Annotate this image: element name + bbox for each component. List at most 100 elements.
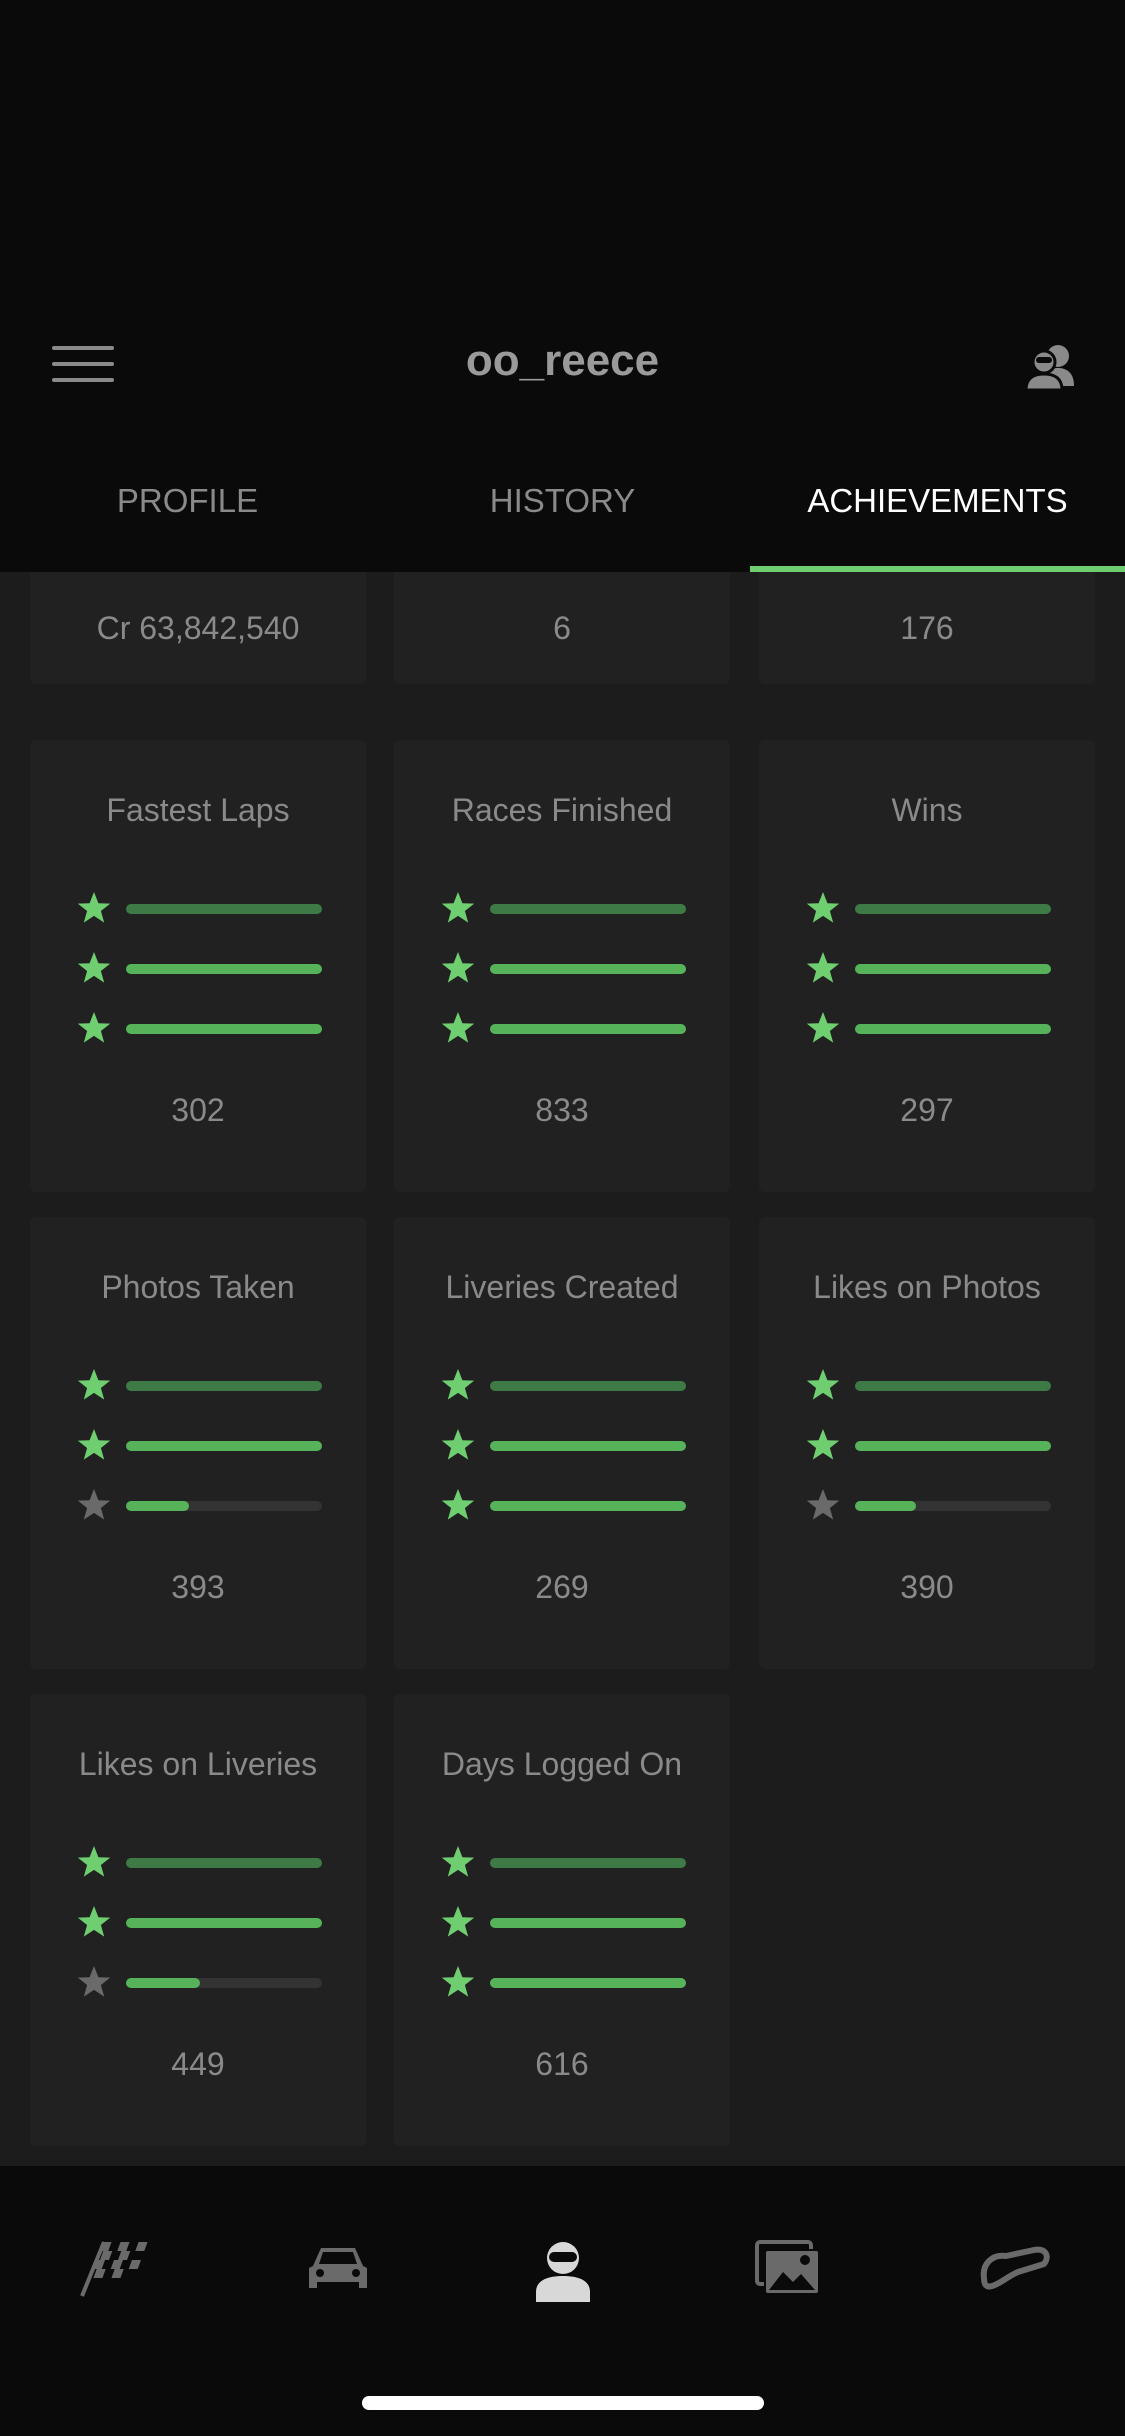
tier-row <box>805 1010 1055 1046</box>
tier-row <box>76 1904 326 1940</box>
progress-fill <box>490 964 686 974</box>
star-icon <box>806 1489 840 1520</box>
progress-fill <box>855 1381 1051 1391</box>
nav-race-events[interactable] <box>0 2218 225 2318</box>
tab-bar: PROFILE HISTORY ACHIEVEMENTS <box>0 440 1125 572</box>
progress-fill <box>126 1978 201 1988</box>
progress-track <box>855 1441 1051 1451</box>
tier-row <box>76 950 326 986</box>
tier-row <box>76 1367 326 1403</box>
tier-row <box>440 1964 690 2000</box>
tab-achievements[interactable]: ACHIEVEMENTS <box>750 440 1125 572</box>
tab-history[interactable]: HISTORY <box>375 440 750 572</box>
progress-track <box>490 1441 686 1451</box>
track-icon <box>980 2246 1050 2290</box>
stat-value: 176 <box>900 610 954 646</box>
star-icon <box>441 1012 475 1043</box>
home-indicator[interactable] <box>362 2396 764 2410</box>
progress-fill <box>126 1501 189 1511</box>
nav-driver-profile[interactable] <box>450 2218 675 2318</box>
achievement-card-days-logged-on[interactable]: Days Logged On 616 <box>394 1694 730 2146</box>
progress-track <box>126 1978 322 1988</box>
tab-profile[interactable]: PROFILE <box>0 440 375 572</box>
nav-photos[interactable] <box>675 2218 900 2318</box>
star-icon <box>77 1906 111 1937</box>
friends-icon[interactable] <box>1024 340 1080 392</box>
progress-fill <box>490 1381 686 1391</box>
achievement-card-races-finished[interactable]: Races Finished 833 <box>394 740 730 1192</box>
progress-track <box>855 904 1051 914</box>
progress-fill <box>490 1024 686 1034</box>
achievement-title: Liveries Created <box>445 1269 679 1305</box>
progress-fill <box>855 1024 1051 1034</box>
achievement-value: 833 <box>535 1092 589 1128</box>
race-flag-icon <box>80 2241 148 2297</box>
star-icon <box>441 1369 475 1400</box>
photos-icon <box>755 2240 820 2295</box>
star-icon <box>77 1369 111 1400</box>
achievement-card-likes-on-photos[interactable]: Likes on Photos 390 <box>759 1217 1095 1669</box>
star-icon <box>441 892 475 923</box>
progress-track <box>126 1024 322 1034</box>
achievement-value: 449 <box>171 2046 225 2082</box>
progress-track <box>855 1501 1051 1511</box>
progress-track <box>490 904 686 914</box>
star-icon <box>441 1489 475 1520</box>
star-icon <box>441 1906 475 1937</box>
progress-track <box>490 1918 686 1928</box>
progress-fill <box>126 964 322 974</box>
star-icon <box>806 1429 840 1460</box>
progress-track <box>490 964 686 974</box>
nav-garage[interactable] <box>225 2218 450 2318</box>
page-title: oo_reece <box>465 336 660 385</box>
progress-fill <box>855 964 1051 974</box>
tier-row <box>440 1427 690 1463</box>
tier-row <box>805 1427 1055 1463</box>
achievement-card-likes-on-liveries[interactable]: Likes on Liveries 449 <box>30 1694 366 2146</box>
progress-fill <box>490 904 686 914</box>
tier-row <box>440 1904 690 1940</box>
tier-row <box>76 1844 326 1880</box>
progress-track <box>490 1978 686 1988</box>
progress-track <box>126 1441 322 1451</box>
achievement-title: Wins <box>891 792 963 828</box>
tier-row <box>440 1367 690 1403</box>
progress-track <box>126 1918 322 1928</box>
progress-fill <box>490 1918 686 1928</box>
achievement-value: 393 <box>171 1569 225 1605</box>
nav-tracks[interactable] <box>900 2218 1125 2318</box>
star-icon <box>77 892 111 923</box>
achievement-card-liveries-created[interactable]: Liveries Created 269 <box>394 1217 730 1669</box>
stat-card: 176 <box>759 572 1095 684</box>
tier-row <box>440 1010 690 1046</box>
tier-row <box>76 890 326 926</box>
star-icon <box>441 952 475 983</box>
achievements-grid: Cr 63,842,540 6 176 Fastest Laps 302 Rac… <box>0 572 1125 2166</box>
tier-row <box>76 1964 326 2000</box>
star-icon <box>806 952 840 983</box>
star-icon <box>77 1489 111 1520</box>
star-icon <box>77 1012 111 1043</box>
tier-row <box>440 890 690 926</box>
progress-fill <box>126 1858 322 1868</box>
tier-row <box>76 1487 326 1523</box>
progress-track <box>855 964 1051 974</box>
progress-track <box>490 1501 686 1511</box>
star-icon <box>77 952 111 983</box>
achievement-card-photos-taken[interactable]: Photos Taken 393 <box>30 1217 366 1669</box>
stat-card: 6 <box>394 572 730 684</box>
star-icon <box>441 1846 475 1877</box>
achievement-title: Races Finished <box>451 792 673 828</box>
progress-track <box>855 1381 1051 1391</box>
stat-card-credits: Cr 63,842,540 <box>30 572 366 684</box>
achievement-card-wins[interactable]: Wins 297 <box>759 740 1095 1192</box>
achievement-card-fastest-laps[interactable]: Fastest Laps 302 <box>30 740 366 1192</box>
tier-row <box>805 1367 1055 1403</box>
achievement-value: 390 <box>900 1569 954 1605</box>
star-icon <box>806 892 840 923</box>
progress-fill <box>126 1441 322 1451</box>
progress-track <box>490 1858 686 1868</box>
star-icon <box>441 1429 475 1460</box>
progress-track <box>126 964 322 974</box>
progress-fill <box>126 904 322 914</box>
